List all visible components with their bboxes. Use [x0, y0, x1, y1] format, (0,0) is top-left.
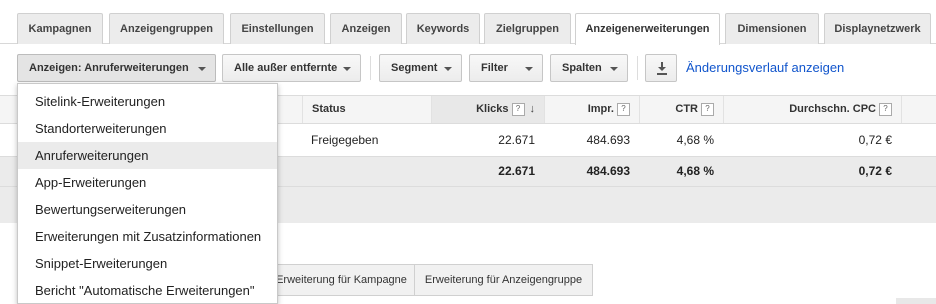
- chevron-down-icon: [198, 67, 206, 71]
- column-ctr-label: CTR: [675, 103, 698, 115]
- column-clicks-label: Klicks: [476, 103, 509, 115]
- column-impressions[interactable]: Impr.?: [544, 96, 639, 123]
- total-clicks-cell: 22.671: [498, 164, 535, 178]
- help-icon[interactable]: ?: [617, 102, 630, 116]
- toolbar-divider: [637, 56, 638, 80]
- clicks-cell: 22.671: [498, 133, 535, 147]
- total-ctr-cell: 4,68 %: [676, 164, 714, 178]
- menu-item-snippet[interactable]: Snippet-Erweiterungen: [18, 250, 277, 277]
- subtab-campaign-extension[interactable]: Erweiterung für Kampagne: [268, 264, 415, 296]
- tab-anzeigengruppen[interactable]: Anzeigengruppen: [109, 13, 224, 44]
- menu-item-review[interactable]: Bewertungserweiterungen: [18, 196, 277, 223]
- tab-keywords[interactable]: Keywords: [406, 13, 480, 44]
- segment-button[interactable]: Segment: [379, 54, 462, 82]
- total-cpc-cell: 0,72 €: [858, 164, 892, 178]
- status-filter-label: Alle außer entfernte: [234, 62, 338, 74]
- menu-item-sitelink[interactable]: Sitelink-Erweiterungen: [18, 88, 277, 115]
- chevron-down-icon: [610, 67, 618, 71]
- scrollbar[interactable]: [896, 298, 936, 304]
- column-avg-cpc-label: Durchschn. CPC: [789, 103, 876, 115]
- columns-button[interactable]: Spalten: [550, 54, 628, 82]
- tab-anzeigen[interactable]: Anzeigen: [330, 13, 402, 44]
- help-icon[interactable]: ?: [701, 102, 714, 116]
- tab-zielgruppen[interactable]: Zielgruppen: [484, 13, 571, 44]
- columns-label: Spalten: [562, 62, 602, 74]
- ctr-cell: 4,68 %: [676, 133, 714, 147]
- tab-dimensionen[interactable]: Dimensionen: [725, 13, 819, 44]
- status-cell: Freigegeben: [311, 133, 379, 147]
- menu-item-app[interactable]: App-Erweiterungen: [18, 169, 277, 196]
- view-dropdown-menu: Sitelink-Erweiterungen Standorterweiteru…: [17, 83, 278, 304]
- help-icon[interactable]: ?: [879, 102, 892, 116]
- filter-button[interactable]: Filter: [469, 54, 543, 82]
- filter-label: Filter: [481, 62, 508, 74]
- column-spacer: [901, 96, 936, 123]
- column-impressions-label: Impr.: [587, 103, 614, 115]
- download-button[interactable]: [645, 54, 677, 82]
- column-clicks[interactable]: Klicks? ↓: [431, 96, 544, 123]
- tab-kampagnen[interactable]: Kampagnen: [17, 13, 103, 44]
- chevron-down-icon: [525, 67, 533, 71]
- view-select-label: Anzeigen: Anruferweiterungen: [29, 62, 189, 74]
- cpc-cell: 0,72 €: [858, 133, 892, 147]
- tab-anzeigenerweiterungen[interactable]: Anzeigenerweiterungen: [575, 13, 720, 45]
- menu-item-location[interactable]: Standorterweiterungen: [18, 115, 277, 142]
- menu-item-callout[interactable]: Erweiterungen mit Zusatzinformationen: [18, 223, 277, 250]
- menu-item-automatic-report[interactable]: Bericht "Automatische Erweiterungen": [18, 277, 277, 304]
- help-icon[interactable]: ?: [511, 102, 525, 116]
- chevron-down-icon: [444, 67, 452, 71]
- status-filter-button[interactable]: Alle außer entfernte: [222, 54, 361, 82]
- tab-displaynetzwerk[interactable]: Displaynetzwerk: [824, 13, 931, 44]
- menu-item-call[interactable]: Anruferweiterungen: [18, 142, 277, 169]
- view-select-button[interactable]: Anzeigen: Anruferweiterungen: [17, 54, 216, 82]
- tab-bar: Kampagnen Anzeigengruppen Einstellungen …: [0, 0, 936, 45]
- chevron-down-icon: [343, 67, 351, 71]
- column-avg-cpc[interactable]: Durchschn. CPC?: [723, 96, 901, 123]
- impressions-cell: 484.693: [586, 133, 630, 147]
- download-icon: [657, 62, 667, 75]
- change-history-link[interactable]: Änderungsverlauf anzeigen: [686, 60, 844, 75]
- column-status[interactable]: Status: [302, 96, 431, 123]
- tab-einstellungen[interactable]: Einstellungen: [230, 13, 325, 44]
- column-ctr[interactable]: CTR?: [639, 96, 723, 123]
- subtab-adgroup-extension[interactable]: Erweiterung für Anzeigengruppe: [414, 264, 593, 296]
- sort-descending-icon: ↓: [529, 103, 536, 115]
- toolbar-divider: [370, 56, 371, 80]
- segment-label: Segment: [391, 62, 438, 74]
- total-impressions-cell: 484.693: [586, 164, 630, 178]
